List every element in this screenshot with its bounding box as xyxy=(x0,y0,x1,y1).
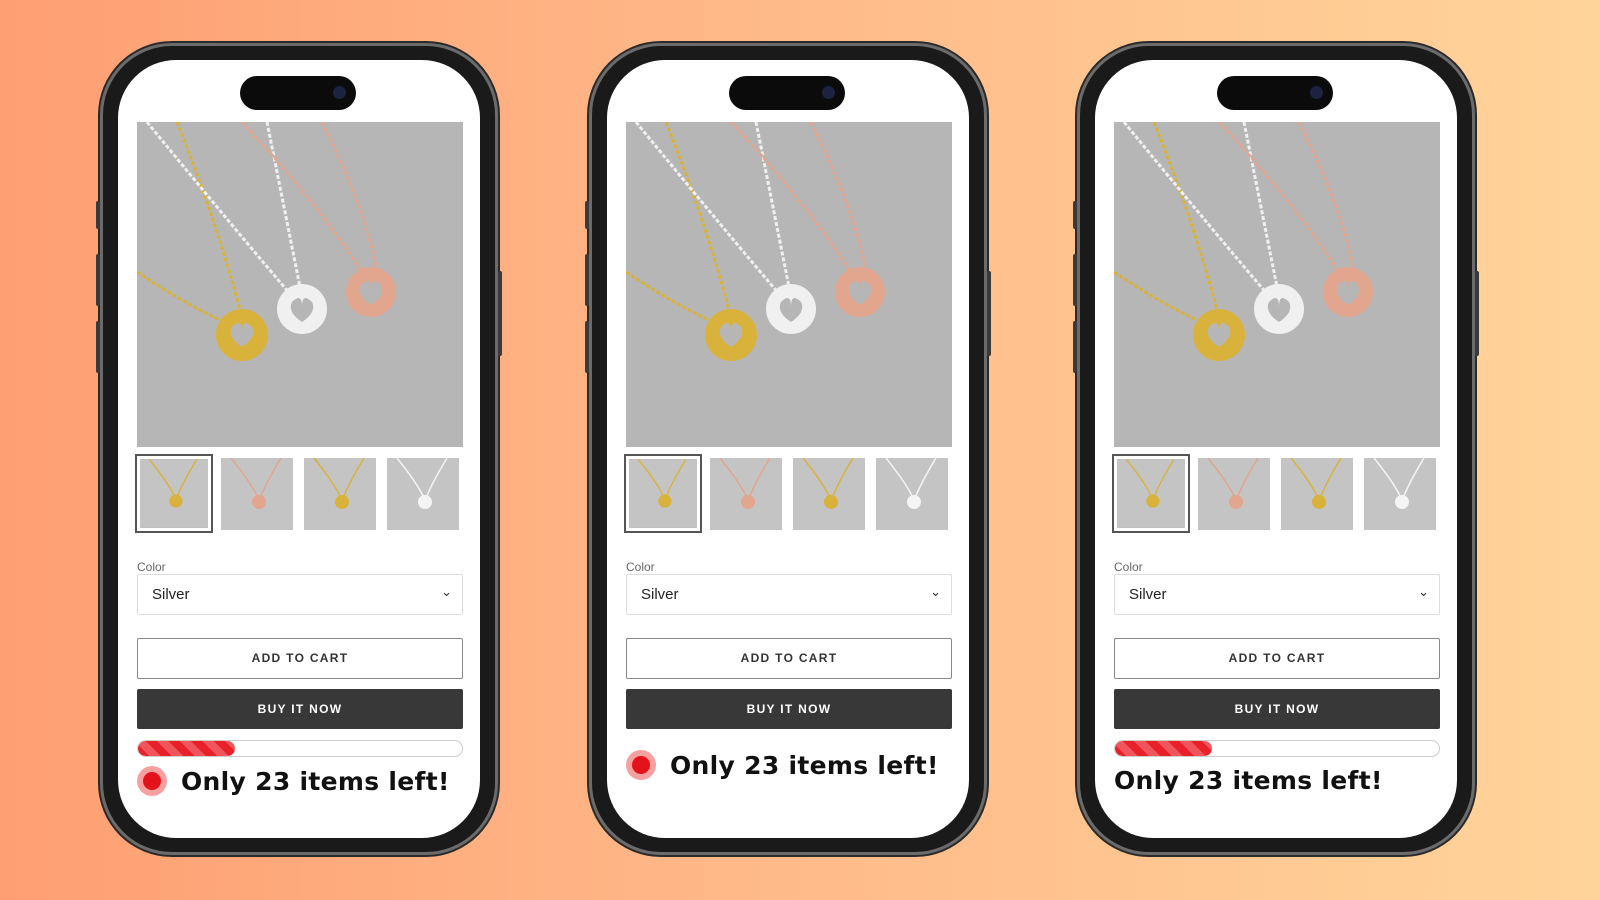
stock-progress-fill xyxy=(1115,741,1213,756)
side-button xyxy=(96,201,100,229)
product-page-screen: Color Silver ⌄ ADD TO CART BUY IT NOW Onl… xyxy=(118,60,480,838)
chevron-down-icon: ⌄ xyxy=(930,584,941,599)
phone-mockup: Color Silver ⌄ ADD TO CART BUY IT NOW Onl… xyxy=(96,43,502,855)
chevron-down-icon: ⌄ xyxy=(1418,584,1429,599)
thumbnail-1[interactable] xyxy=(135,454,213,533)
side-button xyxy=(585,201,589,229)
thumbnail-1[interactable] xyxy=(1112,454,1190,533)
product-main-image[interactable] xyxy=(136,120,463,447)
stock-status: Only 23 items left! xyxy=(1114,766,1383,795)
camera-icon xyxy=(822,86,835,99)
color-select[interactable]: Silver ⌄ xyxy=(626,574,952,615)
thumbnail-gallery xyxy=(135,454,465,533)
thumbnail-4[interactable] xyxy=(876,457,948,530)
color-select-value: Silver xyxy=(641,586,679,603)
color-select[interactable]: Silver ⌄ xyxy=(1114,574,1440,615)
stock-progress-fill xyxy=(138,741,236,756)
camera-icon xyxy=(1310,86,1323,99)
phone-mockup: Color Silver ⌄ ADD TO CART BUY IT NOW Onl… xyxy=(585,43,991,855)
chevron-down-icon: ⌄ xyxy=(441,584,452,599)
thumbnail-3[interactable] xyxy=(793,457,865,530)
thumbnail-3[interactable] xyxy=(1281,457,1353,530)
power-button xyxy=(498,271,502,356)
thumbnail-2[interactable] xyxy=(221,457,293,530)
product-main-image[interactable] xyxy=(1113,120,1440,447)
thumbnail-4[interactable] xyxy=(1364,457,1436,530)
red-dot-icon xyxy=(626,750,656,780)
stock-text: Only 23 items left! xyxy=(670,750,939,780)
volume-up-button xyxy=(96,254,100,306)
buy-it-now-button[interactable]: BUY IT NOW xyxy=(137,689,463,729)
volume-down-button xyxy=(585,321,589,373)
volume-down-button xyxy=(1073,321,1077,373)
stock-status: Only 23 items left! xyxy=(626,750,939,780)
stock-status: Only 23 items left! xyxy=(137,766,450,796)
dynamic-island xyxy=(1217,76,1333,110)
stock-text: Only 23 items left! xyxy=(1114,766,1383,795)
power-button xyxy=(1475,271,1479,356)
color-select[interactable]: Silver ⌄ xyxy=(137,574,463,615)
buy-it-now-button[interactable]: BUY IT NOW xyxy=(1114,689,1440,729)
add-to-cart-button[interactable]: ADD TO CART xyxy=(137,638,463,679)
thumbnail-1[interactable] xyxy=(624,454,702,533)
side-button xyxy=(1073,201,1077,229)
color-label: Color xyxy=(1114,560,1143,574)
dynamic-island xyxy=(240,76,356,110)
camera-icon xyxy=(333,86,346,99)
stock-progress-bar xyxy=(137,740,463,757)
color-label: Color xyxy=(137,560,166,574)
add-to-cart-button[interactable]: ADD TO CART xyxy=(1114,638,1440,679)
stock-progress-bar xyxy=(1114,740,1440,757)
color-label: Color xyxy=(626,560,655,574)
thumbnail-4[interactable] xyxy=(387,457,459,530)
buy-it-now-button[interactable]: BUY IT NOW xyxy=(626,689,952,729)
phone-mockup: Color Silver ⌄ ADD TO CART BUY IT NOW Onl… xyxy=(1073,43,1479,855)
stock-text: Only 23 items left! xyxy=(181,766,450,796)
volume-up-button xyxy=(585,254,589,306)
red-dot-icon xyxy=(137,766,167,796)
power-button xyxy=(987,271,991,356)
product-page-screen: Color Silver ⌄ ADD TO CART BUY IT NOW Onl… xyxy=(1095,60,1457,838)
color-select-value: Silver xyxy=(152,586,190,603)
thumbnail-gallery xyxy=(624,454,954,533)
add-to-cart-button[interactable]: ADD TO CART xyxy=(626,638,952,679)
volume-down-button xyxy=(96,321,100,373)
thumbnail-gallery xyxy=(1112,454,1442,533)
thumbnail-3[interactable] xyxy=(304,457,376,530)
product-main-image[interactable] xyxy=(625,120,952,447)
dynamic-island xyxy=(729,76,845,110)
color-select-value: Silver xyxy=(1129,586,1167,603)
product-page-screen: Color Silver ⌄ ADD TO CART BUY IT NOW Onl… xyxy=(607,60,969,838)
volume-up-button xyxy=(1073,254,1077,306)
thumbnail-2[interactable] xyxy=(1198,457,1270,530)
thumbnail-2[interactable] xyxy=(710,457,782,530)
